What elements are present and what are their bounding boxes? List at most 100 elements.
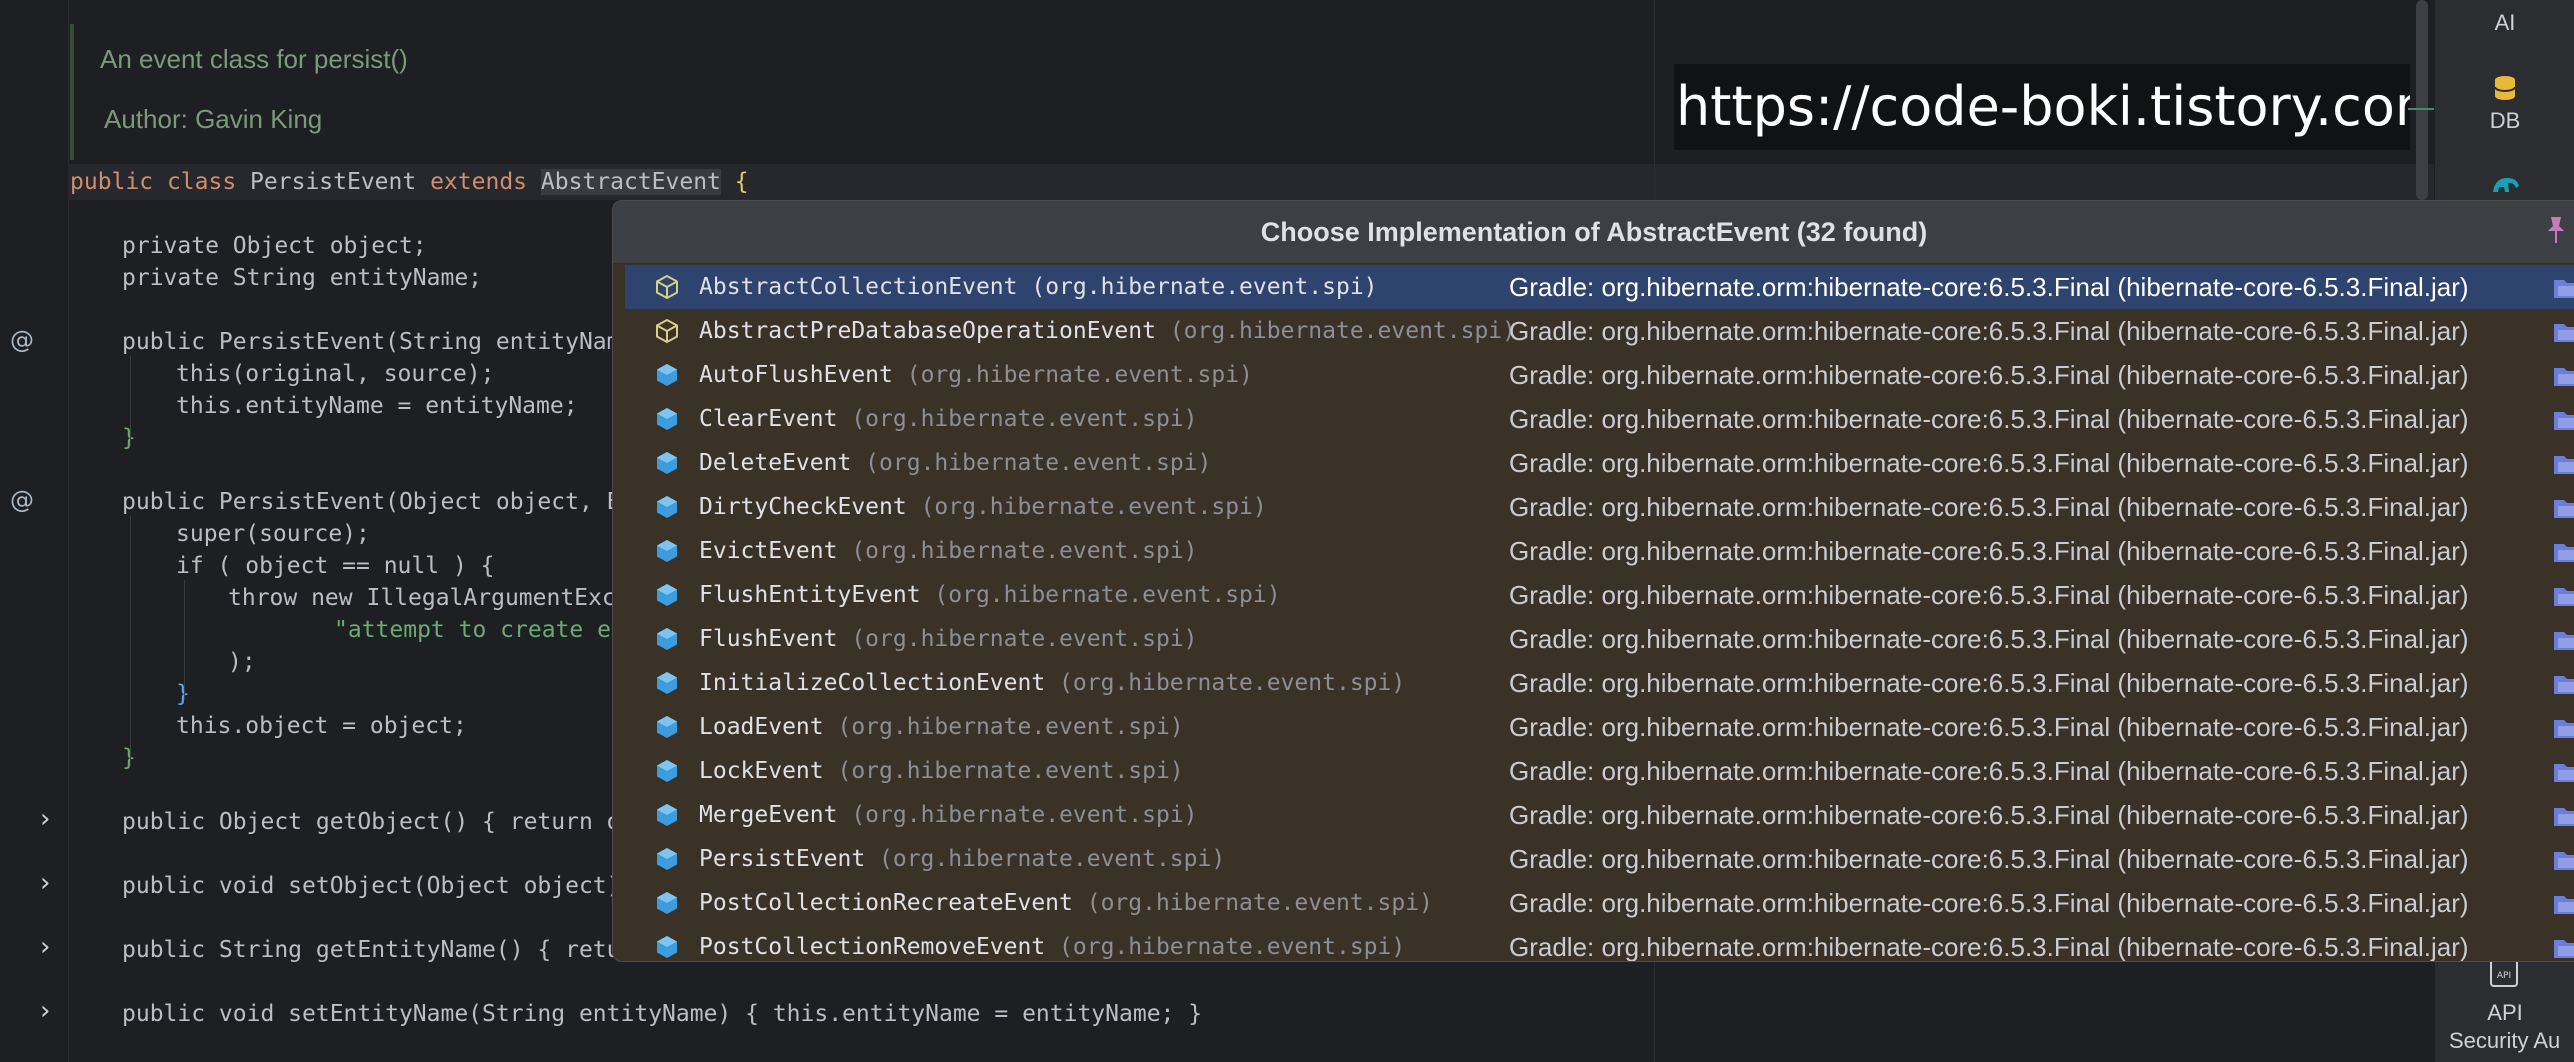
package-name-text: (org.hibernate.event.spi) xyxy=(823,714,1184,740)
pin-icon[interactable] xyxy=(2543,215,2569,245)
class-declaration[interactable]: public class PersistEvent extends Abstra… xyxy=(70,166,749,198)
code-token: extends xyxy=(430,169,528,195)
implementation-row[interactable]: LoadEvent (org.hibernate.event.spi) Gradl… xyxy=(625,705,2574,749)
package-name-text: (org.hibernate.event.spi) xyxy=(1072,890,1433,916)
implementation-class-name: InitializeCollectionEvent (org.hibernate… xyxy=(699,661,1405,705)
implementation-class-name: FlushEvent (org.hibernate.event.spi) xyxy=(699,617,1198,661)
code-line[interactable]: public PersistEvent(String entityName xyxy=(122,326,634,358)
watermark-url: https://code-boki.tistory.com xyxy=(1674,64,2410,150)
code-line[interactable]: } xyxy=(122,422,136,454)
implementation-row[interactable]: AbstractCollectionEvent (org.hibernate.e… xyxy=(625,265,2574,309)
class-name-text: DirtyCheckEvent xyxy=(699,494,907,520)
implementation-row[interactable]: DirtyCheckEvent (org.hibernate.event.spi… xyxy=(625,485,2574,529)
library-source-text: Gradle: org.hibernate.orm:hibernate-core… xyxy=(1509,360,2469,390)
implementation-row[interactable]: DeleteEvent (org.hibernate.event.spi) Gra… xyxy=(625,441,2574,485)
class-icon xyxy=(657,936,677,958)
code-line[interactable]: public void setEntityName(String entityN… xyxy=(122,998,1202,1030)
class-name-text: InitializeCollectionEvent xyxy=(699,670,1046,696)
editor-scrollbar[interactable] xyxy=(2416,0,2428,200)
gradle-elephant-icon[interactable] xyxy=(2489,168,2523,198)
code-line[interactable]: private Object object; xyxy=(122,230,427,262)
code-line[interactable]: public PersistEvent(Object object, Ev xyxy=(122,486,634,518)
code-line[interactable]: if ( object == null ) { xyxy=(176,550,495,582)
library-folder-icon xyxy=(2554,852,2574,870)
class-name-text: LoadEvent xyxy=(699,714,824,740)
package-name-text: (org.hibernate.event.spi) xyxy=(837,538,1198,564)
fold-chevron-icon[interactable]: › xyxy=(40,932,50,962)
library-folder-icon xyxy=(2554,764,2574,782)
class-icon xyxy=(657,760,677,782)
implementation-row[interactable]: PostCollectionRecreateEvent (org.hiberna… xyxy=(625,881,2574,925)
library-source-text: Gradle: org.hibernate.orm:hibernate-core… xyxy=(1509,316,2469,346)
class-icon xyxy=(657,496,677,518)
database-icon[interactable] xyxy=(2489,72,2521,104)
code-line[interactable]: public void setObject(Object object) xyxy=(122,870,621,902)
implementation-class-name: DirtyCheckEvent (org.hibernate.event.spi… xyxy=(699,485,1267,529)
code-token-abstractevent[interactable]: AbstractEvent xyxy=(540,169,721,195)
implementation-class-name: LockEvent (org.hibernate.event.spi) xyxy=(699,749,1184,793)
code-token: class xyxy=(166,169,237,195)
ai-tool-button[interactable]: AI xyxy=(2435,10,2574,36)
implementation-class-name: PostCollectionRecreateEvent (org.hiberna… xyxy=(699,881,1433,925)
code-line[interactable]: public Object getObject() { return ob xyxy=(122,806,634,838)
implementation-row[interactable]: InitializeCollectionEvent (org.hibernate… xyxy=(625,661,2574,705)
code-line[interactable]: super(source); xyxy=(176,518,370,550)
library-folder-icon xyxy=(2554,324,2574,342)
svg-text:API: API xyxy=(2497,971,2511,981)
code-line[interactable]: ); xyxy=(228,646,256,678)
implementation-row[interactable]: FlushEntityEvent (org.hibernate.event.sp… xyxy=(625,573,2574,617)
indent-guide xyxy=(130,356,131,446)
choose-implementation-popup[interactable]: Choose Implementation of AbstractEvent (… xyxy=(612,200,2574,962)
popup-title: Choose Implementation of AbstractEvent (… xyxy=(613,201,2574,264)
package-name-text: (org.hibernate.event.spi) xyxy=(865,846,1226,872)
db-tool-button[interactable]: DB xyxy=(2435,108,2574,134)
code-line[interactable]: public String getEntityName() { retur xyxy=(122,934,634,966)
code-line[interactable]: throw new IllegalArgumentExce xyxy=(228,582,630,614)
code-line[interactable]: this.entityName = entityName; xyxy=(176,390,578,422)
fold-chevron-icon[interactable]: › xyxy=(40,996,50,1026)
library-folder-icon xyxy=(2554,896,2574,914)
library-source-text: Gradle: org.hibernate.orm:hibernate-core… xyxy=(1509,712,2469,742)
code-line[interactable]: private String entityName; xyxy=(122,262,482,294)
implementation-row[interactable]: ClearEvent (org.hibernate.event.spi) Grad… xyxy=(625,397,2574,441)
library-source-text: Gradle: org.hibernate.orm:hibernate-core… xyxy=(1509,536,2469,566)
package-name-text: (org.hibernate.event.spi) xyxy=(823,758,1184,784)
api-security-icon[interactable]: API xyxy=(2489,958,2519,988)
implementation-row[interactable]: PostCollectionRemoveEvent (org.hibernate… xyxy=(625,925,2574,962)
class-name-text: AbstractPreDatabaseOperationEvent xyxy=(699,318,1156,344)
code-line[interactable]: "attempt to create ev xyxy=(334,614,625,646)
code-line[interactable]: this(original, source); xyxy=(176,358,495,390)
package-name-text: (org.hibernate.event.spi) xyxy=(920,582,1281,608)
implementation-row[interactable]: MergeEvent (org.hibernate.event.spi) Grad… xyxy=(625,793,2574,837)
class-icon xyxy=(657,672,677,694)
library-source-text: Gradle: org.hibernate.orm:hibernate-core… xyxy=(1509,932,2469,962)
implementation-row[interactable]: FlushEvent (org.hibernate.event.spi) Grad… xyxy=(625,617,2574,661)
package-name-text: (org.hibernate.event.spi) xyxy=(837,626,1198,652)
implementation-row[interactable]: AutoFlushEvent (org.hibernate.event.spi)… xyxy=(625,353,2574,397)
code-line[interactable]: } xyxy=(122,742,136,774)
implementation-row[interactable]: AbstractPreDatabaseOperationEvent (org.h… xyxy=(625,309,2574,353)
library-source-text: Gradle: org.hibernate.orm:hibernate-core… xyxy=(1509,448,2469,478)
api-tool-label[interactable]: API xyxy=(2435,1000,2574,1026)
security-tool-label[interactable]: Security Au xyxy=(2449,1028,2574,1054)
class-name-text: LockEvent xyxy=(699,758,824,784)
override-marker-icon[interactable]: @ xyxy=(10,486,34,514)
class-icon xyxy=(657,452,677,474)
implementation-row[interactable]: EvictEvent (org.hibernate.event.spi) Grad… xyxy=(625,529,2574,573)
override-marker-icon[interactable]: @ xyxy=(10,326,34,354)
javadoc-render: An event class for persist() Author: Gav… xyxy=(70,24,1654,160)
class-icon xyxy=(657,716,677,738)
code-line[interactable]: this.object = object; xyxy=(176,710,467,742)
class-name-text: ClearEvent xyxy=(699,406,838,432)
implementation-row[interactable]: PersistEvent (org.hibernate.event.spi) Gr… xyxy=(625,837,2574,881)
implementation-class-name: DeleteEvent (org.hibernate.event.spi) xyxy=(699,441,1211,485)
package-name-text: (org.hibernate.event.spi) xyxy=(906,494,1267,520)
implementation-class-name: AbstractPreDatabaseOperationEvent (org.h… xyxy=(699,309,1516,353)
fold-chevron-icon[interactable]: › xyxy=(40,868,50,898)
code-line[interactable]: } xyxy=(176,678,190,710)
fold-chevron-icon[interactable]: › xyxy=(40,804,50,834)
library-folder-icon xyxy=(2554,808,2574,826)
doc-author-label: Author: xyxy=(104,104,188,134)
implementation-row[interactable]: LockEvent (org.hibernate.event.spi) Gradl… xyxy=(625,749,2574,793)
